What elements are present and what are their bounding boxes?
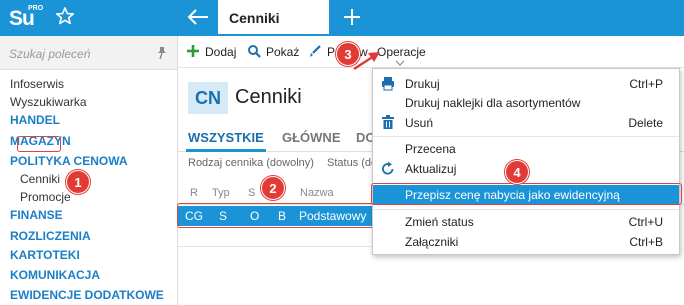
trash-icon bbox=[382, 115, 394, 129]
favorite-star-icon[interactable] bbox=[55, 6, 75, 26]
menu-item-change-status[interactable]: Zmień status Ctrl+U bbox=[373, 212, 679, 232]
chevron-down-icon bbox=[395, 60, 405, 66]
menu-item-shortcut: Ctrl+B bbox=[629, 235, 663, 249]
menu-item-label: Zmień status bbox=[405, 215, 474, 229]
step-marker-2: 2 bbox=[261, 176, 285, 200]
menu-highlight-box bbox=[371, 183, 682, 205]
operations-dropdown: Drukuj Ctrl+P Drukuj naklejki dla asorty… bbox=[372, 68, 680, 255]
menu-divider bbox=[373, 136, 679, 137]
sidebar-item-cenniki[interactable]: Cenniki bbox=[20, 172, 60, 186]
add-plus-icon bbox=[187, 45, 199, 57]
sidebar-item-polityka-cenowa[interactable]: POLITYKA CENOWA bbox=[10, 154, 128, 168]
menu-item-attachments[interactable]: Załączniki Ctrl+B bbox=[373, 232, 679, 252]
tab-all[interactable]: WSZYSTKIE bbox=[188, 130, 264, 145]
show-button[interactable]: Pokaż bbox=[266, 45, 299, 59]
brush-edit-icon bbox=[310, 45, 321, 57]
sidebar-item-finanse[interactable]: FINANSE bbox=[10, 208, 63, 222]
pin-icon[interactable] bbox=[156, 46, 168, 60]
module-badge: CN bbox=[188, 82, 228, 114]
menu-divider bbox=[373, 209, 679, 210]
menu-item-label: Usuń bbox=[405, 116, 434, 130]
sidebar-item-wyszukiwarka[interactable]: Wyszukiwarka bbox=[10, 95, 87, 109]
sidebar-item-kartoteki[interactable]: KARTOTEKI bbox=[10, 248, 80, 262]
window-tab-cenniki[interactable]: Cenniki bbox=[218, 0, 329, 36]
printer-icon bbox=[382, 77, 394, 91]
menu-item-label: Załączniki bbox=[405, 235, 459, 249]
menu-item-markdown[interactable]: Przecena bbox=[373, 139, 679, 159]
menu-item-shortcut: Ctrl+P bbox=[629, 77, 663, 91]
cenniki-highlight-box bbox=[17, 136, 61, 152]
menu-item-print-labels[interactable]: Drukuj naklejki dla asortymentów bbox=[373, 93, 679, 113]
filter-type[interactable]: Rodzaj cennika (dowolny) bbox=[188, 157, 314, 169]
step-marker-1: 1 bbox=[66, 170, 90, 194]
menu-item-shortcut: Delete bbox=[628, 116, 663, 130]
sidebar-item-rozliczenia[interactable]: ROZLICZENIA bbox=[10, 229, 91, 243]
refresh-icon bbox=[382, 161, 394, 175]
sidebar-item-komunikacja[interactable]: KOMUNIKACJA bbox=[10, 268, 100, 282]
row-divider bbox=[178, 246, 372, 247]
magnifier-icon bbox=[248, 45, 261, 58]
filter-bar: Rodzaj cennika (dowolny) Status (dow bbox=[188, 157, 395, 169]
new-tab-plus-icon[interactable] bbox=[342, 7, 362, 27]
operations-button[interactable]: Operacje bbox=[377, 45, 426, 59]
step-marker-4: 4 bbox=[505, 160, 529, 184]
sidebar-item-promocje[interactable]: Promocje bbox=[20, 190, 71, 204]
column-typ[interactable]: Typ bbox=[212, 187, 230, 199]
step-marker-3: 3 bbox=[336, 42, 360, 66]
column-r[interactable]: R bbox=[190, 187, 198, 199]
search-input[interactable]: Szukaj poleceń bbox=[9, 47, 90, 61]
window-tab-label: Cenniki bbox=[229, 10, 280, 26]
logo-edition: PRO bbox=[28, 5, 44, 12]
menu-item-shortcut: Ctrl+U bbox=[628, 215, 663, 229]
toolbar: Dodaj Pokaż Popraw Operacje bbox=[178, 36, 684, 68]
menu-item-label: Drukuj bbox=[405, 77, 440, 91]
tab-main[interactable]: GŁÓWNE bbox=[282, 130, 341, 145]
sidebar-item-handel[interactable]: HANDEL bbox=[10, 113, 60, 127]
page-title: Cenniki bbox=[235, 86, 302, 108]
sidebar-item-ewidencje-dodatkowe[interactable]: EWIDENCJE DODATKOWE bbox=[10, 288, 164, 302]
menu-item-label: Aktualizuj bbox=[405, 162, 457, 176]
column-s[interactable]: S bbox=[248, 187, 255, 199]
active-tab-underline bbox=[186, 149, 266, 152]
menu-item-label: Przecena bbox=[405, 142, 456, 156]
menu-item-print[interactable]: Drukuj Ctrl+P bbox=[373, 74, 679, 94]
top-bar: Su PRO Cenniki bbox=[0, 0, 684, 36]
add-button[interactable]: Dodaj bbox=[205, 45, 236, 59]
app-logo[interactable]: Su PRO bbox=[9, 5, 43, 31]
menu-item-label: Drukuj naklejki dla asortymentów bbox=[405, 96, 581, 110]
row-highlight-box bbox=[177, 203, 374, 228]
column-nazwa[interactable]: Nazwa bbox=[300, 187, 334, 199]
menu-item-delete[interactable]: Usuń Delete bbox=[373, 113, 679, 133]
back-arrow-icon[interactable] bbox=[186, 7, 210, 27]
command-search[interactable]: Szukaj poleceń bbox=[0, 36, 177, 70]
sidebar-item-infoserwis[interactable]: Infoserwis bbox=[10, 77, 64, 91]
